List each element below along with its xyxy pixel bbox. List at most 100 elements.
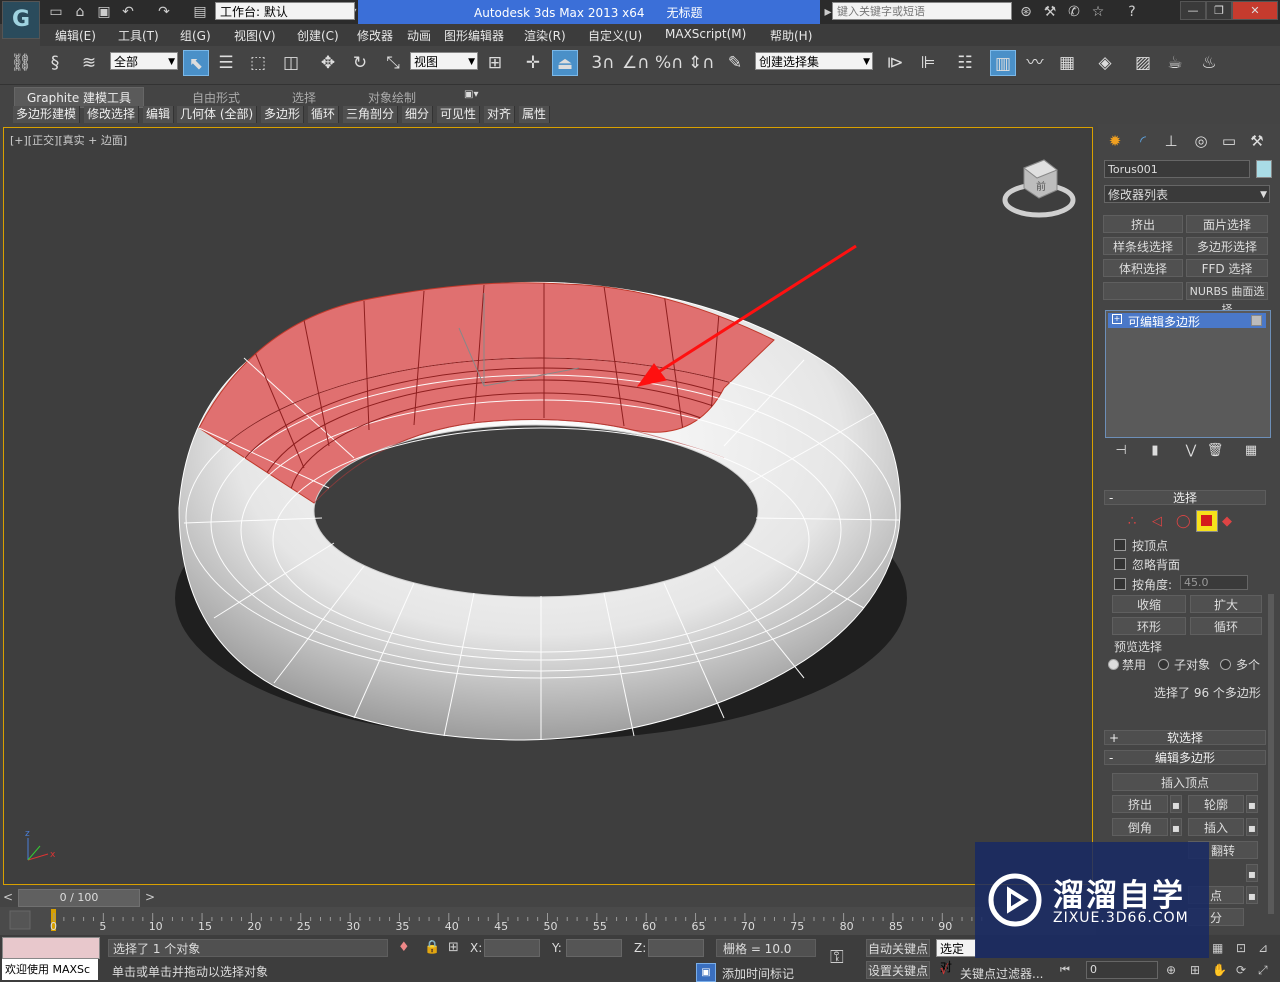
graphite-toggle-icon[interactable]: ▥ [990,50,1016,76]
ribbon-btn-geometry-all[interactable]: 几何体 (全部) [177,106,258,123]
time-next-icon[interactable]: > [145,890,155,904]
border-mode-icon[interactable]: ◯ [1176,514,1191,529]
spline-select-button[interactable]: 样条线选择 [1103,237,1183,255]
z-coord-field[interactable] [648,939,704,957]
pin-stack-icon[interactable]: ⊣ [1108,438,1134,464]
show-end-result-icon[interactable]: ▮ [1142,438,1168,464]
maxscript-mini-listener[interactable]: 欢迎使用 MAXSc [2,959,98,980]
settings-icon-b[interactable]: ▪ [1246,886,1258,904]
menu-animation[interactable]: 动画 [407,27,431,44]
pan-icon[interactable]: ✋ [1212,963,1227,977]
soft-selection-rollout-header[interactable]: + 软选择 [1104,730,1266,745]
ribbon-btn-visibility[interactable]: 可见性 [437,106,481,123]
edge-mode-icon[interactable]: ◁ [1152,514,1162,529]
preview-multi-radio[interactable] [1220,659,1231,670]
field-of-view-icon[interactable]: ⊿ [1258,941,1268,955]
snap-toggle-icon[interactable]: 3∩ [590,50,616,76]
display-tab-icon[interactable]: ▭ [1216,128,1242,154]
viewcube[interactable]: 前 [1002,159,1076,218]
named-selection-dropdown[interactable]: 创建选择集 ▼ [755,52,873,70]
menu-tools[interactable]: 工具(T) [118,27,159,44]
ring-button[interactable]: 环形 [1112,617,1186,635]
ignore-backfacing-checkbox[interactable] [1114,558,1126,570]
rotate-icon[interactable]: ↻ [347,50,373,76]
ribbon-btn-properties[interactable]: 属性 [519,106,551,123]
grow-button[interactable]: 扩大 [1190,595,1262,613]
menu-help[interactable]: 帮助(H) [770,27,812,44]
lock-selection-icon[interactable]: 🔒 [424,940,440,955]
by-angle-checkbox[interactable] [1114,578,1126,590]
nurbs-select-button[interactable]: NURBS 曲面选择 [1186,282,1268,316]
menu-group[interactable]: 组(G) [180,27,211,44]
subscription-icon[interactable]: ⚒ [1042,4,1058,20]
current-frame-field[interactable]: 0 [1086,961,1158,979]
x-coord-field[interactable] [484,939,540,957]
time-config-icon[interactable]: ⏮ [1060,963,1070,977]
favorites-icon[interactable]: ☆ [1090,4,1106,20]
settings-icon-a[interactable]: ▪ [1246,864,1258,882]
new-file-icon[interactable]: ▭ [48,4,64,20]
selected-object-dropdown[interactable]: 选定对 [936,939,976,974]
restore-button[interactable]: ❐ [1206,1,1232,20]
insert-vertex-button[interactable]: 插入顶点 [1112,773,1258,791]
configure-sets-icon[interactable]: ▦ [1238,438,1264,464]
polygon-mode-button[interactable] [1196,510,1218,532]
bevel-button[interactable]: 倒角 [1112,818,1168,836]
ribbon-btn-polygon-modeling[interactable]: 多边形建模 [13,106,81,123]
extrude-settings-icon[interactable]: ▪ [1170,795,1182,813]
absolute-mode-icon[interactable]: ⊞ [448,940,459,955]
patch-select-button[interactable]: 面片选择 [1186,215,1268,233]
preview-subobject-radio[interactable] [1158,659,1169,670]
tab-object-paint[interactable]: 对象绘制 [368,89,416,106]
move-icon[interactable]: ✥ [315,50,341,76]
timeline-ruler[interactable]: 0 5 10 15 20 25 30 35 40 45 50 55 60 65 70 75 80 85 90 [0,907,1096,935]
percent-snap-icon[interactable]: %∩ [655,50,684,76]
expand-icon[interactable]: + [1112,314,1122,324]
binoculars-icon[interactable]: ⊛ [1018,4,1034,20]
ref-coord-dropdown[interactable]: 视图 ▼ [410,52,478,70]
bevel-settings-icon[interactable]: ▪ [1170,818,1182,836]
communication-icon[interactable]: ✆ [1066,4,1082,20]
create-tab-icon[interactable]: ✹ [1102,128,1128,154]
orbit-icon[interactable]: ⟳ [1236,963,1246,977]
zoom-extents-icon[interactable]: ▦ [1212,941,1223,955]
app-logo-icon[interactable]: G [2,1,40,39]
menu-edit[interactable]: 编辑(E) [55,27,96,44]
edit-polygons-rollout-header[interactable]: - 编辑多边形 [1104,750,1266,765]
select-manipulate-icon[interactable]: ✛ [520,50,546,76]
zoom-icon[interactable]: ⊕ [1166,963,1176,977]
menu-graph-editors[interactable]: 图形编辑器 [444,27,504,44]
perspective-viewport[interactable]: [+][正交][真实 + 边面] 前 z x [3,127,1093,885]
rect-selection-icon[interactable]: ⬚ [245,50,271,76]
project-folder-icon[interactable]: ▤ [192,4,208,20]
remove-modifier-icon[interactable]: 🗑 [1202,438,1228,464]
ribbon-btn-loops[interactable]: 循环 [308,106,340,123]
ribbon-btn-subdivision[interactable]: 细分 [402,106,434,123]
spinner-snap-icon[interactable]: ⇕∩ [688,50,715,76]
isolate-icon[interactable]: ♦ [398,940,410,955]
add-time-tag-label[interactable]: 添加时间标记 [722,965,794,982]
zoom-all-icon[interactable]: ⊞ [1190,963,1200,977]
tab-freeform[interactable]: 自由形式 [192,89,240,106]
layer-manager-icon[interactable]: ☷ [952,50,978,76]
select-object-icon[interactable]: ⬉ [183,50,209,76]
pivot-center-icon[interactable]: ⊞ [482,50,508,76]
save-icon[interactable]: ▣ [96,4,112,20]
vertex-mode-icon[interactable]: ∴ [1128,514,1136,529]
ribbon-btn-tris[interactable]: 三角剖分 [343,106,399,123]
curve-editor-icon[interactable]: 〰 [1022,50,1048,76]
align-icon[interactable]: ⊫ [915,50,941,76]
workspace-dropdown[interactable]: 工作台: 默认 [215,2,355,20]
outline-button[interactable]: 轮廓 [1188,795,1244,813]
selection-filter-dropdown[interactable]: 全部 ▼ [110,52,178,70]
menu-create[interactable]: 创建(C) [297,27,339,44]
link-icon[interactable]: ⛓ [8,50,34,76]
ribbon-btn-edit[interactable]: 编辑 [143,106,175,123]
help-icon[interactable]: ? [1124,4,1140,20]
utilities-tab-icon[interactable]: ⚒ [1244,128,1270,154]
minimize-button[interactable]: — [1180,1,1206,20]
key-filters-button[interactable]: 关键点过滤器... [960,965,1043,982]
render-frame-icon[interactable]: ☕ [1162,50,1188,76]
set-key-button[interactable]: 设置关键点 [866,961,930,979]
maxscript-listener-output[interactable] [2,937,100,959]
